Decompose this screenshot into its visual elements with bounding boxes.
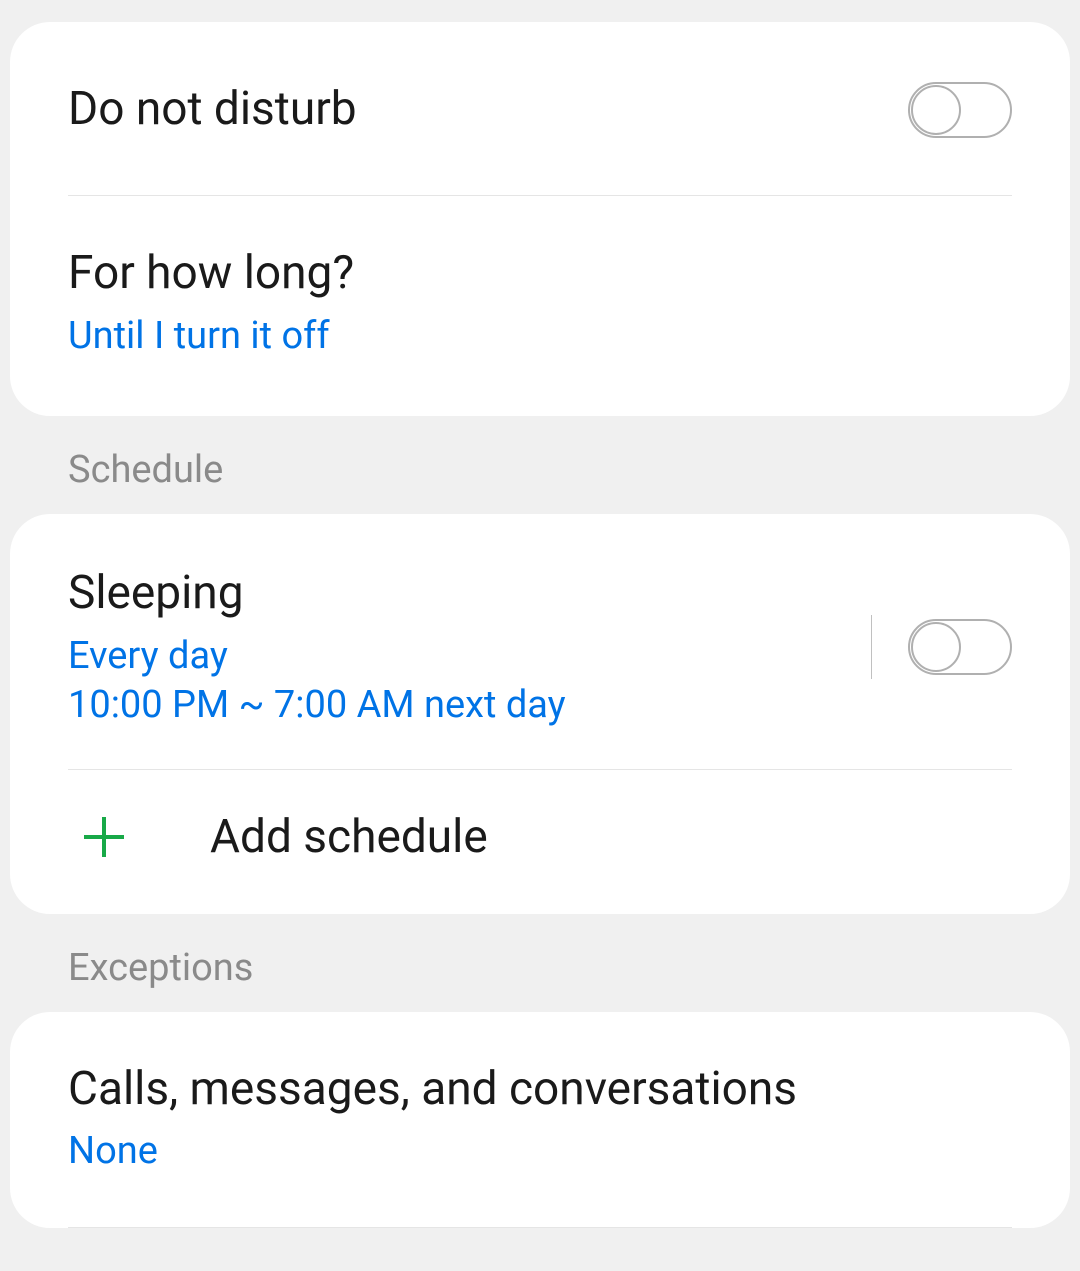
vertical-divider — [871, 615, 872, 679]
sleeping-row[interactable]: Sleeping Every day 10:00 PM ~ 7:00 AM ne… — [10, 514, 1070, 769]
schedule-section-header: Schedule — [0, 416, 1080, 514]
duration-title: For how long? — [68, 244, 1012, 304]
duration-row[interactable]: For how long? Until I turn it off — [10, 196, 1070, 416]
sleeping-time: 10:00 PM ~ 7:00 AM next day — [68, 681, 871, 730]
calls-value: None — [68, 1127, 1012, 1176]
sleeping-row-content: Sleeping Every day 10:00 PM ~ 7:00 AM ne… — [68, 564, 871, 731]
duration-row-content: For how long? Until I turn it off — [68, 244, 1012, 361]
add-schedule-row[interactable]: Add schedule — [10, 770, 1070, 914]
calls-row-content: Calls, messages, and conversations None — [68, 1060, 1012, 1177]
plus-icon — [80, 813, 128, 861]
schedule-card: Sleeping Every day 10:00 PM ~ 7:00 AM ne… — [10, 514, 1070, 914]
sleeping-toggle[interactable] — [908, 619, 1012, 675]
dnd-row-content: Do not disturb — [68, 80, 908, 140]
add-schedule-label: Add schedule — [210, 810, 488, 864]
dnd-title: Do not disturb — [68, 80, 908, 140]
sleeping-title: Sleeping — [68, 564, 871, 624]
exceptions-card: Calls, messages, and conversations None — [10, 1012, 1070, 1228]
sleeping-toggle-container — [871, 615, 1012, 679]
calls-row[interactable]: Calls, messages, and conversations None — [10, 1012, 1070, 1227]
sleeping-days: Every day — [68, 632, 871, 681]
duration-value: Until I turn it off — [68, 312, 1012, 361]
divider — [68, 1227, 1012, 1228]
dnd-toggle-knob — [911, 85, 961, 135]
dnd-row[interactable]: Do not disturb — [10, 22, 1070, 195]
sleeping-toggle-knob — [911, 622, 961, 672]
dnd-card: Do not disturb For how long? Until I tur… — [10, 22, 1070, 416]
dnd-toggle[interactable] — [908, 82, 1012, 138]
calls-title: Calls, messages, and conversations — [68, 1060, 1012, 1120]
exceptions-section-header: Exceptions — [0, 914, 1080, 1012]
